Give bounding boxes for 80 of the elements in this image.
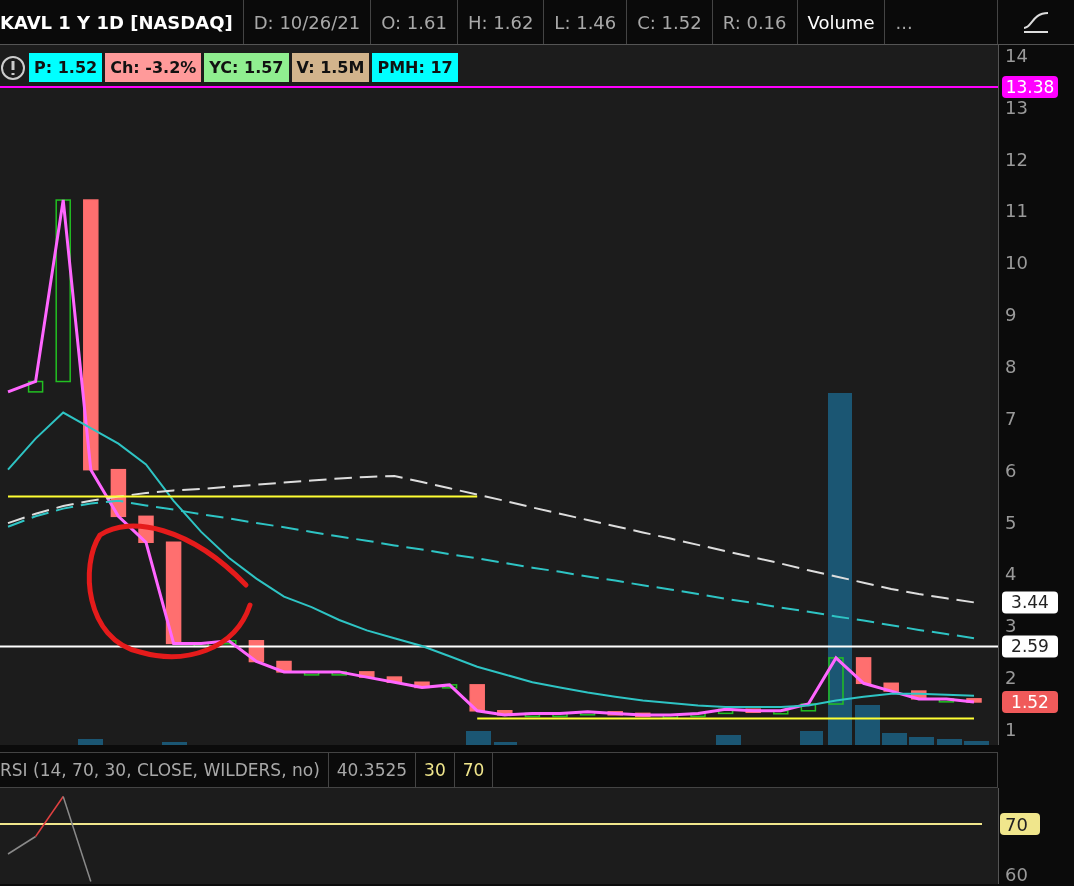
volume-bar [466, 731, 491, 745]
quote-badge: V: 1.5M [291, 53, 370, 82]
price-label: 1.52 [1002, 690, 1058, 713]
candlestick [331, 671, 347, 676]
candlestick [773, 710, 789, 715]
candlestick [469, 684, 485, 712]
candlestick [524, 712, 541, 718]
quote-field: H: 1.62 [457, 0, 545, 44]
info-icon[interactable] [0, 54, 26, 81]
axis-tick-label: 60 [1005, 864, 1028, 884]
candlestick [414, 681, 430, 689]
more-button[interactable]: ... [885, 0, 923, 44]
volume-bar [909, 737, 934, 745]
candlestick [883, 682, 899, 692]
volume-bar [162, 742, 187, 745]
candlestick [662, 714, 679, 719]
candlestick [441, 684, 458, 689]
axis-tick-label: 12 [1005, 148, 1028, 170]
y-tick-label: 70 [1005, 814, 1028, 835]
symbol-title: KAVL 1 Y 1D [NASDAQ] [0, 0, 244, 44]
volume-bar [78, 739, 103, 745]
quote-badge: Ch: -3.2% [105, 53, 202, 82]
candlestick [276, 660, 292, 673]
volume-bar [800, 731, 823, 745]
volume-bar [716, 735, 741, 745]
quote-badge: YC: 1.57 [204, 53, 289, 82]
quote-badge: PMH: 17 [372, 53, 458, 82]
candlestick [27, 380, 44, 393]
volume-bar [494, 742, 517, 745]
price-label: 2.59 [1002, 635, 1058, 658]
volume-bar [964, 741, 989, 745]
study-value: 40.3525 [328, 753, 417, 787]
axis-tick-label: 10 [1005, 252, 1028, 274]
candlestick [607, 711, 623, 716]
candlestick [966, 698, 982, 703]
study-title: RSI (14, 70, 30, CLOSE, WILDERS, no) [0, 753, 329, 787]
candlestick [911, 690, 927, 700]
axis-tick-label: 5 [1005, 511, 1017, 533]
quote-badge: P: 1.52 [29, 53, 103, 82]
candlestick [221, 640, 237, 645]
level-value: 70 [454, 753, 494, 787]
candlestick [800, 703, 817, 712]
volume-bar [937, 739, 962, 745]
level-tag: 70 [1000, 813, 1040, 835]
axis-tick-label: 3 [1005, 615, 1017, 637]
axis-tick-label: 7 [1005, 407, 1017, 429]
candlestick [690, 712, 706, 718]
candlestick [497, 710, 513, 716]
quote-field: O: 1.61 [371, 0, 458, 44]
candlestick [552, 712, 568, 718]
axis-tick-label: 2 [1005, 667, 1017, 689]
ref-line-label: 2.59 [1011, 636, 1049, 657]
volume-bar [855, 705, 880, 745]
quote-field: C: 1.52 [627, 0, 713, 44]
axis-tick-label: 6 [1005, 459, 1017, 481]
axis-tick-label: 13 [1005, 96, 1028, 118]
price-label: 13.38 [1002, 76, 1058, 98]
axis-tick-label: 11 [1005, 200, 1028, 222]
axis-tick-label: 9 [1005, 304, 1017, 326]
volume-bar [882, 733, 907, 745]
candlestick [828, 657, 844, 705]
axis-tick-label: 1 [1005, 718, 1017, 740]
quote-field: D: 10/26/21 [243, 0, 372, 44]
candlestick [938, 698, 955, 703]
chart-style-icon[interactable] [1022, 10, 1050, 34]
candlestick [855, 657, 872, 685]
study-label[interactable]: Volume [797, 0, 886, 44]
quote-field: R: 0.16 [712, 0, 798, 44]
quote-field: L: 1.46 [544, 0, 628, 44]
axis-tick-label: 4 [1005, 563, 1017, 585]
candlestick [717, 708, 734, 715]
axis-tick-label: 14 [1005, 45, 1028, 66]
price-label: 3.44 [1002, 591, 1058, 614]
axis-tick-label: 8 [1005, 355, 1017, 377]
candlestick [359, 671, 375, 678]
candlestick [303, 671, 320, 676]
candlestick [579, 711, 596, 716]
candlestick [745, 708, 761, 713]
level-value: 30 [416, 753, 455, 787]
candlestick [386, 676, 403, 683]
